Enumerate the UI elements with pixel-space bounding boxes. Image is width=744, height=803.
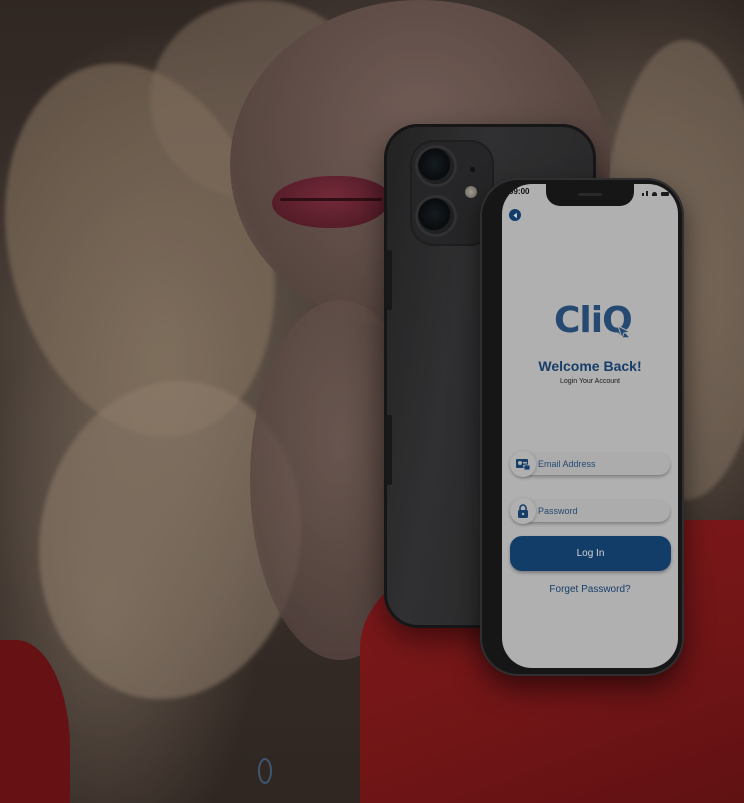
- email-field[interactable]: [510, 451, 670, 477]
- welcome-title: Welcome Back!: [538, 358, 642, 374]
- forgot-password-link[interactable]: Forget Password?: [502, 584, 678, 595]
- status-icons: [642, 191, 669, 196]
- phone-screen: 09:00 CliQ Welcome Back! Login Your Acco…: [502, 184, 678, 668]
- cliq-logo: CliQ: [554, 300, 634, 346]
- earpiece-speaker: [578, 193, 602, 196]
- battery-icon: [661, 192, 669, 196]
- wifi-icon: [652, 192, 657, 196]
- phone-notch: [546, 184, 634, 206]
- welcome-subtitle: Login Your Account: [560, 378, 620, 385]
- lock-icon: [510, 498, 536, 524]
- phone-side-button: [386, 415, 392, 485]
- necklace-pendant: [258, 758, 272, 784]
- signal-icon: [642, 193, 644, 196]
- arrow-left-icon: [512, 212, 517, 218]
- phone-side-button: [386, 250, 392, 310]
- microphone-dot: [470, 167, 475, 172]
- cursor-pointer-icon: [617, 325, 632, 340]
- status-time: 09:00: [509, 187, 530, 196]
- login-button[interactable]: Log In: [510, 536, 671, 571]
- password-input[interactable]: [538, 503, 664, 519]
- camera-lens-icon: [418, 148, 454, 184]
- back-button[interactable]: [509, 209, 521, 221]
- camera-lens-icon: [418, 198, 454, 234]
- red-sweater-shoulder: [0, 640, 70, 803]
- signal-icon: [646, 191, 648, 196]
- camera-flash: [465, 186, 477, 198]
- password-field[interactable]: [510, 498, 670, 524]
- user-card-icon: [510, 451, 536, 477]
- email-input[interactable]: [538, 456, 664, 472]
